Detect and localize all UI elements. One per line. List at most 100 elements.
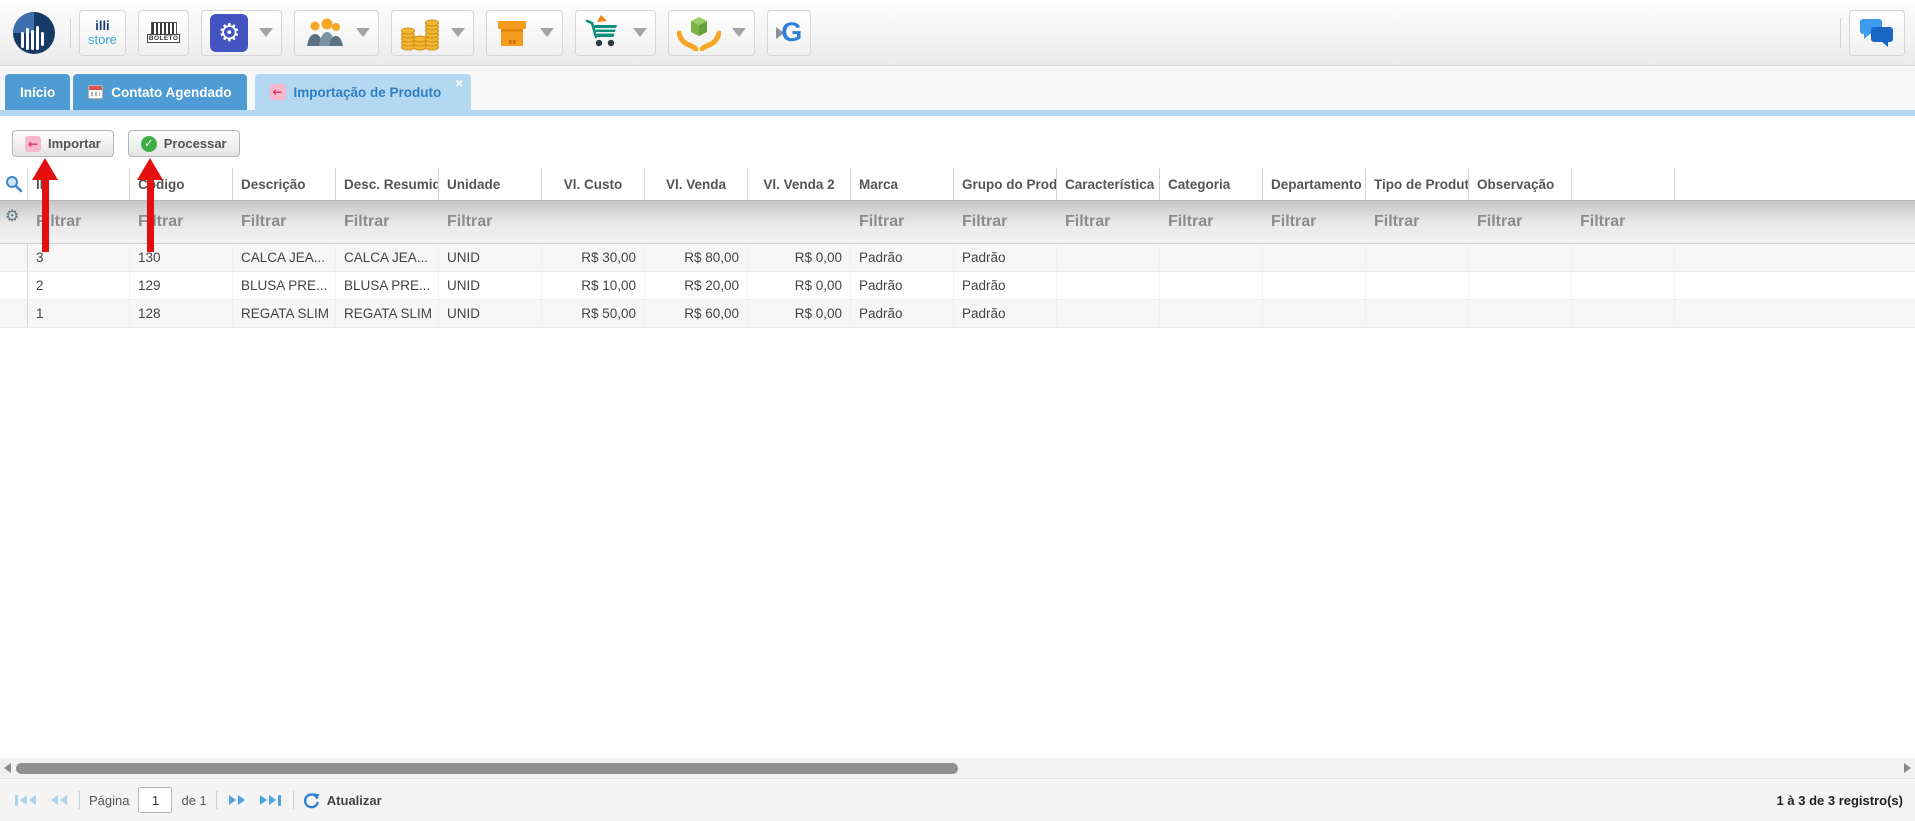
chevron-down-icon[interactable] [356,28,370,37]
column-header-departamento[interactable]: Departamento [1263,168,1366,200]
first-page-button[interactable] [12,791,39,810]
table-cell[interactable]: Padrão [954,300,1057,327]
table-cell[interactable]: R$ 20,00 [645,272,748,299]
table-cell[interactable] [1366,272,1469,299]
column-header-grupo-do-prod[interactable]: Grupo do Prod [954,168,1057,200]
chevron-down-icon[interactable] [451,28,465,37]
page-number-input[interactable] [138,787,172,813]
table-cell[interactable] [1572,300,1675,327]
filter-cell-descricao[interactable]: Filtrar [233,201,336,243]
delivery-menu-button[interactable] [668,10,755,56]
settings-menu-button[interactable]: ⚙ [201,10,282,56]
filter-cell-marca[interactable]: Filtrar [851,201,954,243]
table-cell[interactable]: CALCA JEA... [336,244,439,271]
table-cell[interactable] [1572,244,1675,271]
column-header-vl-custo[interactable]: Vl. Custo [542,168,645,200]
table-cell[interactable] [1469,272,1572,299]
search-icon[interactable] [5,175,23,193]
filter-cell-col-15[interactable]: Filtrar [1572,201,1675,243]
table-row[interactable]: 3130CALCA JEA...CALCA JEA...UNIDR$ 30,00… [0,244,1915,272]
table-cell[interactable]: BLUSA PRE... [233,272,336,299]
column-header-caracteristica[interactable]: Característica [1057,168,1160,200]
table-cell[interactable]: REGATA SLIM [233,300,336,327]
table-cell[interactable]: UNID [439,272,542,299]
scroll-right-icon[interactable] [1904,763,1911,773]
table-cell[interactable]: R$ 0,00 [748,272,851,299]
filter-cell-grupo-do-prod[interactable]: Filtrar [954,201,1057,243]
filter-cell-caracteristica[interactable]: Filtrar [1057,201,1160,243]
table-cell[interactable]: R$ 10,00 [542,272,645,299]
table-cell[interactable] [1366,244,1469,271]
column-header-vl-venda[interactable]: Vl. Venda [645,168,748,200]
table-cell[interactable] [1057,300,1160,327]
close-icon[interactable]: × [455,76,463,90]
table-row[interactable]: 2129BLUSA PRE...BLUSA PRE...UNIDR$ 10,00… [0,272,1915,300]
horizontal-scrollbar[interactable] [0,758,1915,778]
filter-cell-desc-resumid[interactable]: Filtrar [336,201,439,243]
table-cell[interactable] [1263,300,1366,327]
table-cell[interactable]: 128 [130,300,233,327]
sync-button[interactable]: G [767,10,811,56]
column-header-descricao[interactable]: Descrição [233,168,336,200]
table-cell[interactable]: Padrão [851,272,954,299]
table-cell[interactable]: R$ 30,00 [542,244,645,271]
table-cell[interactable] [1263,244,1366,271]
importar-button[interactable]: ← Importar [12,130,114,157]
sales-menu-button[interactable] [575,10,656,56]
filter-cell-categoria[interactable]: Filtrar [1160,201,1263,243]
column-header-col-15[interactable] [1572,168,1675,200]
column-header-marca[interactable]: Marca [851,168,954,200]
filter-cell-unidade[interactable]: Filtrar [439,201,542,243]
table-cell[interactable] [1160,244,1263,271]
scrollbar-thumb[interactable] [16,763,958,774]
table-cell[interactable] [1366,300,1469,327]
column-header-categoria[interactable]: Categoria [1160,168,1263,200]
filter-cell-departamento[interactable]: Filtrar [1263,201,1366,243]
customers-menu-button[interactable] [294,10,379,56]
column-header-unidade[interactable]: Unidade [439,168,542,200]
table-cell[interactable]: Padrão [851,300,954,327]
filter-cell-observacao[interactable]: Filtrar [1469,201,1572,243]
table-cell[interactable]: R$ 0,00 [748,244,851,271]
table-cell[interactable] [1469,300,1572,327]
table-row[interactable]: 1128REGATA SLIMREGATA SLIMUNIDR$ 50,00R$… [0,300,1915,328]
table-cell[interactable] [1263,272,1366,299]
chevron-down-icon[interactable] [540,28,554,37]
grid-settings-gear-icon[interactable]: ⚙ [5,208,19,224]
table-cell[interactable] [1469,244,1572,271]
table-cell[interactable] [1057,244,1160,271]
table-cell[interactable]: REGATA SLIM [336,300,439,327]
boleto-button[interactable]: BOLETO [138,10,189,56]
chat-button[interactable] [1849,10,1905,56]
table-cell[interactable] [1057,272,1160,299]
filter-cell-tipo-de-produt[interactable]: Filtrar [1366,201,1469,243]
table-cell[interactable]: R$ 50,00 [542,300,645,327]
prev-page-button[interactable] [48,791,70,809]
table-cell[interactable]: Padrão [851,244,954,271]
tab-contato-agendado[interactable]: Contato Agendado [73,74,246,110]
table-cell[interactable]: R$ 60,00 [645,300,748,327]
table-cell[interactable]: Padrão [954,272,1057,299]
table-cell[interactable]: UNID [439,244,542,271]
table-cell[interactable] [1160,272,1263,299]
products-menu-button[interactable] [486,10,563,56]
tab-inicio[interactable]: Início [5,74,70,110]
refresh-button[interactable]: Atualizar [303,792,382,809]
column-header-observacao[interactable]: Observação [1469,168,1572,200]
next-page-button[interactable] [226,791,248,809]
column-header-desc-resumid[interactable]: Desc. Resumid [336,168,439,200]
scroll-left-icon[interactable] [4,763,11,773]
last-page-button[interactable] [257,791,284,810]
chevron-down-icon[interactable] [732,28,746,37]
chevron-down-icon[interactable] [259,28,273,37]
table-cell[interactable]: 129 [130,272,233,299]
table-cell[interactable]: R$ 80,00 [645,244,748,271]
table-cell[interactable] [1572,272,1675,299]
table-cell[interactable] [1160,300,1263,327]
table-cell[interactable]: 1 [28,300,130,327]
illi-store-button[interactable]: illi store [79,10,126,56]
table-cell[interactable]: 2 [28,272,130,299]
table-cell[interactable]: UNID [439,300,542,327]
table-cell[interactable]: R$ 0,00 [748,300,851,327]
column-header-vl-venda-2[interactable]: Vl. Venda 2 [748,168,851,200]
